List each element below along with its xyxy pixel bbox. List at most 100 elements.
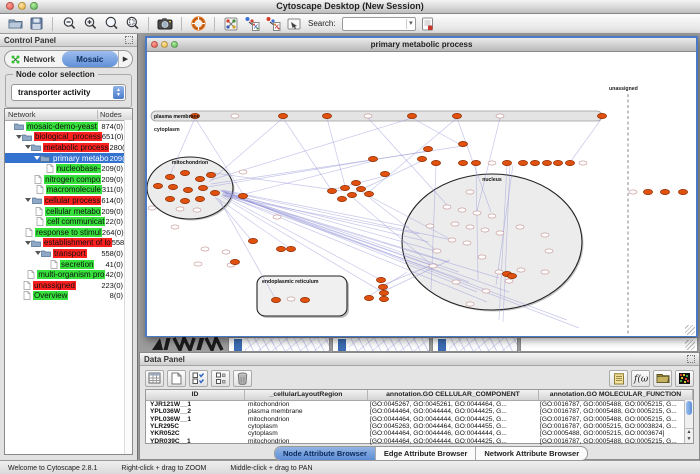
float-panel-icon[interactable] [125, 36, 133, 44]
network-node-outline[interactable] [496, 114, 504, 118]
zoom-fit-icon[interactable] [102, 15, 120, 32]
scrollbar-buttons[interactable]: ▲▼ [685, 428, 693, 443]
network-node[interactable] [502, 160, 511, 165]
network-node-outline[interactable] [463, 241, 471, 245]
network-edge[interactable] [369, 118, 457, 192]
network-node[interactable] [168, 184, 177, 189]
float-panel-icon[interactable] [687, 355, 695, 363]
tree-item-response-to-stimul[interactable]: response to stimul264(0) [5, 227, 132, 238]
zoom-out-icon[interactable] [60, 15, 78, 32]
table-row[interactable]: YLR295Ccytoplasm[GO:0045263, GO:0044464,… [146, 423, 693, 430]
tree-header-network[interactable]: Network [5, 110, 98, 119]
tree-item-cellular-metabo[interactable]: cellular metabo209(0) [5, 206, 132, 217]
network-node[interactable] [507, 273, 516, 278]
network-node[interactable] [458, 160, 467, 165]
tab-network[interactable]: Network [5, 51, 62, 67]
network-edge[interactable] [327, 118, 345, 186]
network-node[interactable] [286, 246, 295, 251]
network-node[interactable] [643, 189, 652, 194]
network-node[interactable] [322, 113, 331, 118]
network-node[interactable] [431, 160, 440, 165]
new-attribute-icon[interactable] [167, 370, 186, 387]
network-node[interactable] [248, 238, 257, 243]
network-node[interactable] [238, 193, 247, 198]
search-input[interactable]: ▾ [342, 17, 416, 31]
tab-node-attribute-browser[interactable]: Node Attribute Browser [275, 447, 376, 460]
network-node-outline[interactable] [443, 205, 451, 209]
tree-item-nitrogen-compo[interactable]: nitrogen compo209(0) [5, 174, 132, 185]
scrollbar-thumb[interactable] [686, 401, 692, 415]
network-node-outline[interactable] [478, 255, 486, 259]
network-node-outline[interactable] [451, 222, 459, 226]
network-node-outline[interactable] [364, 114, 372, 118]
table-row[interactable]: YPL036W__1mitochondrion[GO:0044464, GO:0… [146, 416, 693, 423]
attribute-matrix-icon[interactable] [675, 370, 694, 387]
network-node[interactable] [356, 186, 365, 191]
formula-builder-icon[interactable]: f(ω) [631, 370, 650, 387]
import-attributes-icon[interactable] [653, 370, 672, 387]
attribute-table-icon[interactable] [145, 370, 164, 387]
network-node[interactable] [518, 160, 527, 165]
network-node-outline[interactable] [488, 214, 496, 218]
window-resize-grip[interactable] [685, 325, 695, 335]
network-node-outline[interactable] [466, 302, 474, 306]
network-node-outline[interactable] [171, 225, 179, 229]
network-node-outline[interactable] [448, 238, 456, 242]
expander-icon[interactable] [34, 251, 41, 255]
apply-layout-1-icon[interactable] [243, 15, 261, 32]
network-node[interactable] [376, 277, 385, 282]
tree-item-establishment-of-lo[interactable]: establishment of lo558(0) [5, 238, 132, 249]
select-attributes-icon[interactable] [189, 370, 208, 387]
network-overview-icon[interactable] [222, 15, 240, 32]
network-node-outline[interactable] [466, 225, 474, 229]
network-node[interactable] [153, 183, 162, 188]
network-node-outline[interactable] [194, 262, 202, 266]
column-header[interactable]: annotation.GO CELLULAR_COMPONENT [368, 390, 539, 400]
snapshot-camera-icon[interactable] [156, 15, 174, 32]
network-node-outline[interactable] [541, 270, 549, 274]
tree-item-mosaic-demo-yeast[interactable]: mosaic-demo-yeast874(0) [5, 121, 132, 132]
network-edge[interactable] [207, 151, 428, 187]
column-header[interactable]: _cellularLayoutRegion [245, 390, 368, 400]
tab-network-attribute-browser[interactable]: Network Attribute Browser [476, 447, 587, 460]
column-header[interactable]: ID [146, 390, 245, 400]
network-node[interactable] [452, 113, 461, 118]
network-node[interactable] [542, 160, 551, 165]
zoom-in-icon[interactable] [81, 15, 99, 32]
network-node-outline[interactable] [193, 208, 201, 212]
network-node[interactable] [180, 198, 189, 203]
network-node-outline[interactable] [629, 190, 637, 194]
tab-overflow-arrow[interactable]: ▶ [118, 51, 132, 67]
network-node[interactable] [230, 259, 239, 264]
network-node[interactable] [678, 189, 687, 194]
network-node[interactable] [195, 176, 204, 181]
column-header[interactable]: annotation.GO MOLECULAR_FUNCTION [539, 390, 693, 400]
network-node[interactable] [276, 246, 285, 251]
network-node[interactable] [206, 172, 215, 177]
network-node-outline[interactable] [287, 297, 295, 301]
network-node-outline[interactable] [482, 289, 490, 293]
table-scrollbar[interactable]: ▲▼ [684, 400, 693, 443]
network-node[interactable] [210, 190, 219, 195]
table-row[interactable]: YPL036W__2plasma membrane[GO:0044464, GO… [146, 408, 693, 415]
tab-edge-attribute-browser[interactable]: Edge Attribute Browser [376, 447, 476, 460]
tree-item-cell-communicat[interactable]: cell communicat22(0) [5, 216, 132, 227]
tab-mosaic[interactable]: Mosaic [62, 51, 119, 67]
network-edge[interactable] [412, 118, 463, 146]
network-node[interactable] [380, 171, 389, 176]
network-node[interactable] [597, 113, 606, 118]
background-window-fragment[interactable] [520, 337, 698, 352]
network-canvas[interactable]: plasma membranemitochondrionnucleusendop… [147, 52, 696, 336]
network-node[interactable] [379, 296, 388, 301]
tree-item-metabolic-process[interactable]: metabolic process280(0) [5, 142, 132, 153]
network-node[interactable] [183, 187, 192, 192]
save-icon[interactable] [27, 15, 45, 32]
network-node[interactable] [364, 295, 373, 300]
network-node[interactable] [195, 196, 204, 201]
network-node-outline[interactable] [426, 224, 434, 228]
network-node[interactable] [327, 188, 336, 193]
tree-item-macromolecule[interactable]: macromolecule311(0) [5, 185, 132, 196]
network-node[interactable] [180, 170, 189, 175]
network-node-outline[interactable] [458, 208, 466, 212]
tree-item-cellular-process[interactable]: cellular process614(0) [5, 195, 132, 206]
